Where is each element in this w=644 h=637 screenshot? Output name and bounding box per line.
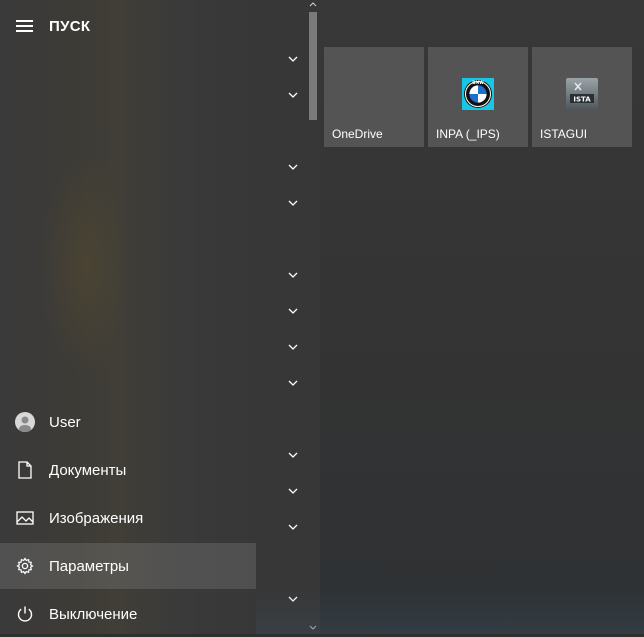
nav-item-user[interactable]: User — [0, 399, 256, 445]
tile-istagui[interactable]: ISTA ISTAGUI — [532, 47, 632, 147]
chevron-down-icon[interactable] — [287, 340, 299, 352]
nav-item-label: Изображения — [49, 509, 144, 527]
chevron-down-icon[interactable] — [287, 196, 299, 208]
chevron-down-icon[interactable] — [287, 52, 299, 64]
nav-item-label: Документы — [49, 461, 127, 479]
tile-label: OneDrive — [332, 127, 383, 141]
nav-item-settings[interactable]: Параметры — [0, 543, 256, 589]
nav-item-label: User — [49, 413, 81, 431]
svg-text:BMW: BMW — [472, 80, 484, 85]
app-list-scrollbar[interactable] — [306, 0, 320, 634]
tile-inpa[interactable]: BMW INPA (_IPS) — [428, 47, 528, 147]
svg-text:ISTA: ISTA — [573, 96, 591, 104]
ista-icon: ISTA — [566, 78, 598, 110]
chevron-down-icon[interactable] — [287, 160, 299, 172]
nav-item-documents[interactable]: Документы — [0, 447, 256, 493]
tiles-area: OneDrive BMW INPA (_IPS) ISTA ISTAGUI — [320, 0, 644, 634]
bottom-glow — [256, 590, 644, 634]
tile-label: ISTAGUI — [540, 127, 588, 141]
document-icon — [15, 460, 35, 480]
tile-label: INPA (_IPS) — [436, 127, 500, 141]
start-menu-nav-pane: ПУСК User Документы Изображения Параметр… — [0, 0, 256, 634]
nav-item-pictures[interactable]: Изображения — [0, 495, 256, 541]
hamburger-icon[interactable] — [16, 20, 33, 32]
start-menu-title: ПУСК — [49, 18, 91, 35]
nav-item-power[interactable]: Выключение — [0, 591, 256, 637]
power-icon — [15, 604, 35, 624]
chevron-down-icon[interactable] — [287, 448, 299, 460]
nav-item-label: Параметры — [49, 557, 129, 575]
bmw-logo-icon: BMW — [462, 78, 494, 110]
chevron-down-icon[interactable] — [287, 88, 299, 100]
tile-onedrive[interactable]: OneDrive — [324, 47, 424, 147]
image-icon — [15, 508, 35, 528]
user-avatar-icon — [15, 412, 35, 432]
gear-icon — [15, 556, 35, 576]
chevron-down-icon[interactable] — [287, 520, 299, 532]
chevron-down-icon[interactable] — [287, 304, 299, 316]
scroll-up-icon[interactable] — [308, 0, 318, 8]
chevron-down-icon[interactable] — [287, 484, 299, 496]
chevron-down-icon[interactable] — [287, 268, 299, 280]
start-menu-header: ПУСК — [0, 0, 256, 52]
chevron-down-icon[interactable] — [287, 376, 299, 388]
nav-item-label: Выключение — [49, 605, 138, 623]
scroll-thumb[interactable] — [309, 12, 317, 120]
